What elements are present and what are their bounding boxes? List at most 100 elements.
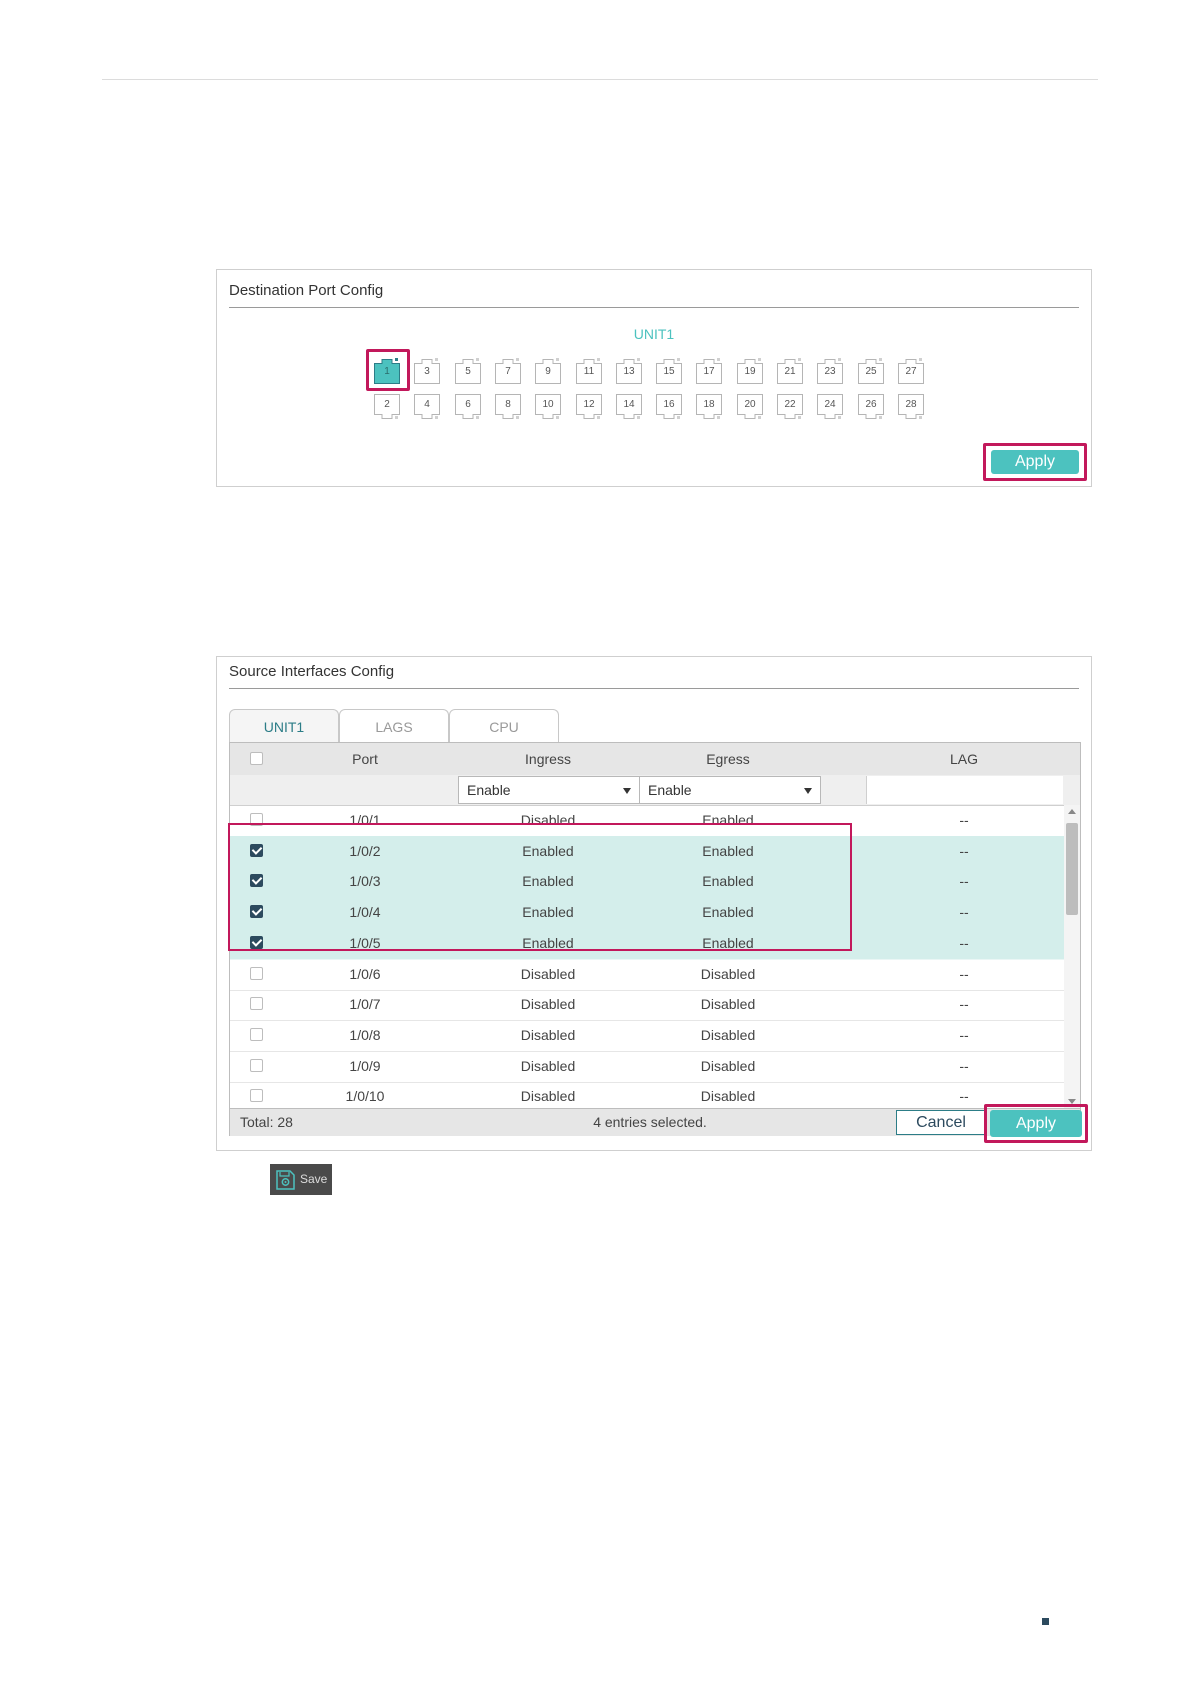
port-24[interactable]: 24 bbox=[816, 393, 844, 421]
cell-lag: -- bbox=[959, 996, 969, 1013]
port-number: 2 bbox=[384, 399, 390, 410]
panel-divider bbox=[229, 307, 1079, 308]
tab-unit1[interactable]: UNIT1 bbox=[229, 709, 339, 743]
total-count: Total: 28 bbox=[240, 1114, 293, 1130]
cell-ingress: Disabled bbox=[520, 1057, 576, 1074]
save-gear-icon bbox=[276, 1170, 295, 1190]
cell-egress: Disabled bbox=[700, 1088, 756, 1105]
panel-divider bbox=[229, 688, 1079, 689]
port-17[interactable]: 17 bbox=[695, 357, 723, 385]
vertical-scrollbar[interactable] bbox=[1064, 805, 1080, 1108]
port-number: 14 bbox=[623, 399, 635, 410]
row-checkbox[interactable] bbox=[250, 1089, 263, 1103]
cell-egress: Disabled bbox=[700, 996, 756, 1013]
apply-button[interactable]: Apply bbox=[991, 450, 1079, 474]
table-row[interactable]: 1/0/9 Disabled Disabled -- bbox=[230, 1051, 1064, 1083]
port-5[interactable]: 5 bbox=[454, 357, 482, 385]
row-checkbox[interactable] bbox=[250, 1027, 263, 1041]
page-marker bbox=[1042, 1618, 1049, 1625]
port-19[interactable]: 19 bbox=[736, 357, 764, 385]
port-10[interactable]: 10 bbox=[534, 393, 562, 421]
selection-status: 4 entries selected. bbox=[593, 1114, 707, 1130]
row-checkbox[interactable] bbox=[250, 966, 263, 980]
scroll-thumb[interactable] bbox=[1066, 823, 1078, 915]
row-checkbox[interactable] bbox=[250, 997, 263, 1011]
port-number: 23 bbox=[824, 366, 836, 377]
port-number: 8 bbox=[505, 399, 511, 410]
table-row[interactable]: 1/0/8 Disabled Disabled -- bbox=[230, 1020, 1064, 1052]
cell-port: 1/0/8 bbox=[349, 1026, 381, 1043]
port-23[interactable]: 23 bbox=[816, 357, 844, 385]
port-number: 18 bbox=[703, 399, 715, 410]
table-row[interactable]: 1/0/6 Disabled Disabled -- bbox=[230, 959, 1064, 991]
destination-port-config-panel: Destination Port Config UNIT1 1 3 5 7 9 11 13 1… bbox=[216, 269, 1092, 487]
ingress-select-value: Enable bbox=[467, 782, 511, 798]
cell-lag: -- bbox=[959, 812, 969, 828]
port-9[interactable]: 9 bbox=[534, 357, 562, 385]
panel-title: Destination Port Config bbox=[229, 282, 384, 299]
select-all-checkbox[interactable] bbox=[250, 752, 263, 765]
port-2[interactable]: 2 bbox=[373, 393, 401, 421]
column-header-ingress: Ingress bbox=[525, 751, 571, 767]
port-number: 22 bbox=[784, 399, 796, 410]
port-14[interactable]: 14 bbox=[615, 393, 643, 421]
port-6[interactable]: 6 bbox=[454, 393, 482, 421]
column-header-lag: LAG bbox=[949, 751, 978, 767]
port-number: 13 bbox=[623, 366, 635, 377]
port-7[interactable]: 7 bbox=[494, 357, 522, 385]
port-18[interactable]: 18 bbox=[695, 393, 723, 421]
cell-lag: -- bbox=[959, 1026, 969, 1043]
port-number: 7 bbox=[505, 366, 511, 377]
row-checkbox[interactable] bbox=[250, 1058, 263, 1072]
port-25[interactable]: 25 bbox=[857, 357, 885, 385]
port-20[interactable]: 20 bbox=[736, 393, 764, 421]
port-16[interactable]: 16 bbox=[655, 393, 683, 421]
lag-filter-empty bbox=[866, 776, 1063, 804]
page-header-rule bbox=[102, 79, 1098, 80]
port-number: 17 bbox=[703, 366, 715, 377]
apply-button[interactable]: Apply bbox=[990, 1110, 1082, 1137]
cell-port: 1/0/7 bbox=[349, 996, 381, 1013]
tab-lags[interactable]: LAGS bbox=[339, 709, 449, 743]
egress-select[interactable]: Enable bbox=[639, 776, 821, 804]
cell-egress: Disabled bbox=[700, 965, 756, 982]
cell-lag: -- bbox=[959, 842, 969, 859]
table-row[interactable]: 1/0/10 Disabled Disabled -- bbox=[230, 1081, 1064, 1108]
port-28[interactable]: 28 bbox=[897, 393, 925, 421]
table-footer: Total: 28 4 entries selected. Cancel bbox=[230, 1108, 1080, 1136]
port-number: 6 bbox=[465, 399, 471, 410]
port-21[interactable]: 21 bbox=[776, 357, 804, 385]
egress-select-value: Enable bbox=[648, 782, 692, 798]
port-11[interactable]: 11 bbox=[575, 357, 603, 385]
cancel-button[interactable]: Cancel bbox=[896, 1110, 986, 1135]
port-number: 12 bbox=[583, 399, 595, 410]
port-number: 28 bbox=[905, 399, 917, 410]
port-number: 10 bbox=[542, 399, 554, 410]
port-12[interactable]: 12 bbox=[575, 393, 603, 421]
port-1[interactable]: 1 bbox=[366, 349, 410, 391]
port-4[interactable]: 4 bbox=[413, 393, 441, 421]
ingress-select[interactable]: Enable bbox=[458, 776, 640, 804]
cell-lag: -- bbox=[959, 1057, 969, 1074]
port-8[interactable]: 8 bbox=[494, 393, 522, 421]
scroll-up-icon[interactable] bbox=[1068, 809, 1076, 814]
table-header: Port Ingress Egress LAG bbox=[230, 743, 1080, 776]
port-number: 27 bbox=[905, 366, 917, 377]
cell-port: 1/0/9 bbox=[349, 1057, 381, 1074]
port-27[interactable]: 27 bbox=[897, 357, 925, 385]
table-row[interactable]: 1/0/7 Disabled Disabled -- bbox=[230, 989, 1064, 1022]
save-button[interactable]: Save bbox=[270, 1164, 332, 1195]
port-26[interactable]: 26 bbox=[857, 393, 885, 421]
port-number: 21 bbox=[784, 366, 796, 377]
cell-egress: Disabled bbox=[700, 1026, 756, 1043]
port-number: 16 bbox=[663, 399, 675, 410]
unit-label: UNIT1 bbox=[633, 326, 675, 342]
port-22[interactable]: 22 bbox=[776, 393, 804, 421]
cell-lag: -- bbox=[959, 873, 969, 890]
port-number: 5 bbox=[465, 366, 471, 377]
port-15[interactable]: 15 bbox=[655, 357, 683, 385]
tab-cpu[interactable]: CPU bbox=[449, 709, 559, 743]
column-header-egress: Egress bbox=[706, 751, 750, 767]
port-13[interactable]: 13 bbox=[615, 357, 643, 385]
port-3[interactable]: 3 bbox=[413, 357, 441, 385]
